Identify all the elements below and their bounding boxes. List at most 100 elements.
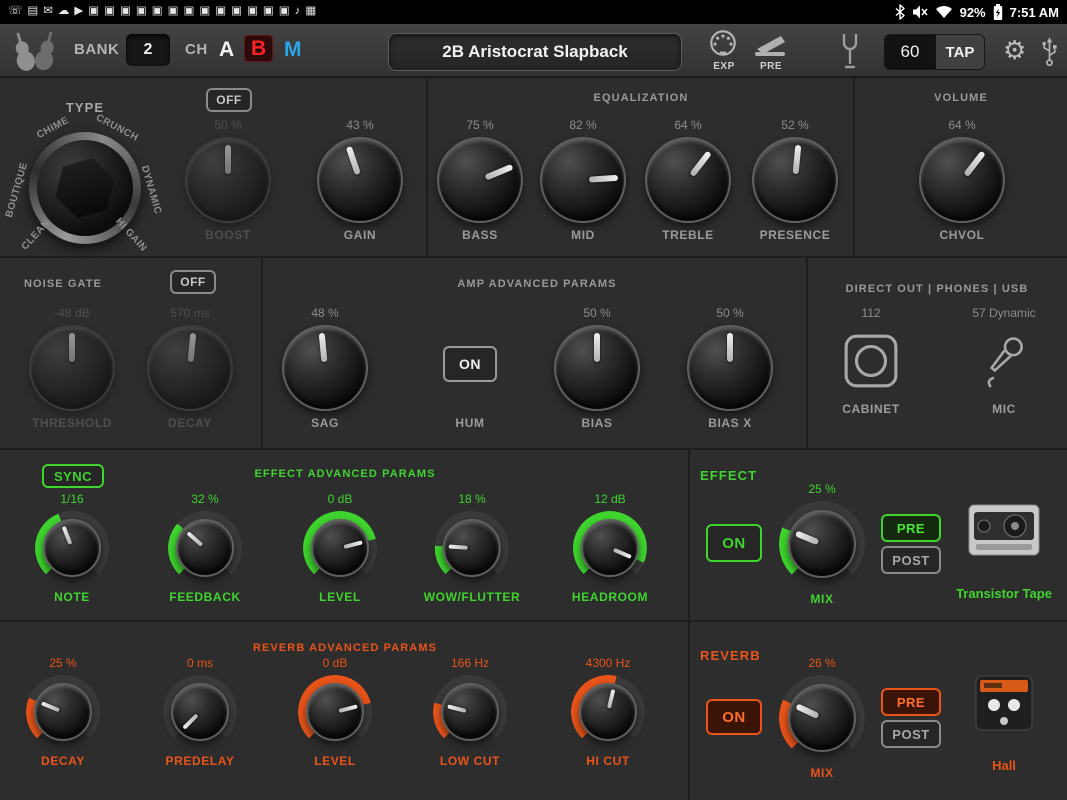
effect-model-name[interactable]: Transistor Tape	[956, 586, 1052, 601]
bank-value[interactable]: 2	[126, 34, 170, 66]
knob-label: NOTE	[54, 590, 90, 604]
knob-dial[interactable]	[35, 511, 109, 585]
bias-x-knob[interactable]: 50 % BIAS X	[687, 306, 773, 430]
reverb-level-knob[interactable]: 0 dB LEVEL	[298, 656, 372, 768]
knob-dial[interactable]	[163, 675, 237, 749]
knob-dial[interactable]	[752, 137, 838, 223]
music-icon: ♪	[294, 5, 301, 18]
knob-dial[interactable]	[434, 511, 509, 585]
knob-cap	[645, 137, 731, 223]
preset-name[interactable]: 2B Aristocrat Slapback	[388, 33, 682, 71]
effect-mix-knob[interactable]: 25 % MIX	[779, 482, 865, 606]
presence-knob[interactable]: 52 % PRESENCE	[752, 118, 838, 242]
reverb-decay-knob[interactable]: 25 % DECAY	[26, 656, 100, 768]
effect-level-knob[interactable]: 0 dB LEVEL	[303, 492, 377, 604]
noise-gate-title: NOISE GATE	[23, 278, 103, 290]
channel-b-button[interactable]: B	[244, 35, 274, 62]
tempo-value[interactable]: 60	[885, 35, 935, 69]
knob-label: BOOST	[205, 228, 251, 242]
knob-label: FEEDBACK	[169, 590, 241, 604]
knob-cap	[29, 325, 115, 411]
channel-m-button[interactable]: M	[284, 39, 302, 60]
bias-knob[interactable]: 50 % BIAS	[554, 306, 640, 430]
reverb-model-name[interactable]: Hall	[992, 758, 1016, 773]
knob-dial[interactable]	[572, 511, 647, 585]
gamepad-icon: ▣	[167, 5, 179, 18]
gate-decay-knob[interactable]: 570 ms DECAY	[147, 306, 233, 430]
mid-knob[interactable]: 82 % MID	[540, 118, 626, 242]
apps-icon: ▦	[305, 5, 317, 18]
knob-cap	[176, 519, 234, 577]
knob-dial[interactable]	[919, 137, 1005, 223]
settings-gear-icon[interactable]: ⚙	[1003, 37, 1026, 63]
knob-pointer	[556, 327, 638, 409]
knob-dial[interactable]	[26, 675, 100, 749]
knob-dial[interactable]	[571, 675, 645, 749]
gamepad-icon: ▣	[88, 5, 100, 18]
knob-dial[interactable]	[303, 511, 377, 585]
low-cut-knob[interactable]: 166 Hz LOW CUT	[433, 656, 507, 768]
knob-dial[interactable]	[185, 137, 271, 223]
effect-post-button[interactable]: POST	[881, 546, 941, 574]
knob-cap	[441, 683, 499, 741]
usb-icon	[1041, 35, 1058, 72]
boost-toggle-button[interactable]: OFF	[206, 88, 252, 112]
note-knob[interactable]: 1/16 NOTE	[35, 492, 109, 604]
knob-dial[interactable]	[779, 675, 865, 761]
treble-knob[interactable]: 64 % TREBLE	[645, 118, 731, 242]
chvol-knob[interactable]: 64 % CHVOL	[919, 118, 1005, 242]
feedback-knob[interactable]: 32 % FEEDBACK	[168, 492, 242, 604]
bank-label: BANK	[74, 41, 120, 58]
threshold-knob[interactable]: -48 dB THRESHOLD	[29, 306, 115, 430]
tuner-fork-icon[interactable]	[838, 32, 862, 75]
wow-flutter-knob[interactable]: 18 % WOW/FLUTTER	[424, 492, 521, 604]
knob-dial[interactable]	[540, 137, 626, 223]
headroom-knob[interactable]: 12 dB HEADROOM	[572, 492, 648, 604]
effect-model-image[interactable]	[968, 504, 1040, 561]
tap-button[interactable]: TAP	[935, 35, 984, 69]
reverb-advanced-title: REVERB ADVANCED PARAMS	[252, 642, 438, 654]
knob-label: BASS	[462, 228, 498, 242]
channel-a-button[interactable]: A	[219, 39, 234, 60]
knob-dial[interactable]	[282, 325, 368, 411]
predelay-knob[interactable]: 0 ms PREDELAY	[163, 656, 237, 768]
reverb-mix-knob[interactable]: 26 % MIX	[779, 656, 865, 780]
noise-gate-toggle-button[interactable]: OFF	[170, 270, 216, 294]
exp-midi-icon[interactable]	[707, 29, 739, 62]
knob-dial[interactable]	[147, 325, 233, 411]
hi-cut-knob[interactable]: 4300 Hz HI CUT	[571, 656, 645, 768]
boost-knob[interactable]: 50 % BOOST	[185, 118, 271, 242]
effect-pre-button[interactable]: PRE	[881, 514, 941, 542]
effect-on-button[interactable]: ON	[706, 524, 762, 562]
knob-pointer	[689, 327, 771, 409]
bass-knob[interactable]: 75 % BASS	[437, 118, 523, 242]
hum-toggle-button[interactable]: ON	[443, 346, 497, 382]
knob-dial[interactable]	[554, 325, 640, 411]
cabinet-selector[interactable]: 112 CABINET	[842, 306, 900, 416]
knob-dial[interactable]	[317, 137, 403, 223]
knob-value: 166 Hz	[450, 656, 490, 670]
volume-title: VOLUME	[934, 92, 988, 104]
knob-dial[interactable]	[645, 137, 731, 223]
mic-selector[interactable]: 57 Dynamic MIC	[972, 306, 1035, 416]
knob-dial[interactable]	[687, 325, 773, 411]
reverb-on-button[interactable]: ON	[706, 699, 762, 735]
knob-cap	[437, 137, 523, 223]
knob-dial[interactable]	[779, 501, 865, 587]
knob-value: 50 %	[716, 306, 744, 320]
mic-icon	[975, 326, 1033, 396]
pre-pedal-icon[interactable]	[752, 30, 788, 63]
knob-cap	[317, 137, 403, 223]
knob-dial[interactable]	[437, 137, 523, 223]
reverb-model-image[interactable]	[972, 674, 1036, 737]
knob-dial[interactable]	[433, 675, 507, 749]
reverb-pre-button[interactable]: PRE	[881, 688, 941, 716]
knob-dial[interactable]	[29, 325, 115, 411]
sag-knob[interactable]: 48 % SAG	[282, 306, 368, 430]
knob-dial[interactable]	[168, 511, 242, 585]
knob-dial[interactable]	[298, 675, 372, 749]
sync-button[interactable]: SYNC	[42, 464, 104, 488]
knob-value: 82 %	[569, 118, 597, 132]
gain-knob[interactable]: 43 % GAIN	[317, 118, 403, 242]
reverb-post-button[interactable]: POST	[881, 720, 941, 748]
